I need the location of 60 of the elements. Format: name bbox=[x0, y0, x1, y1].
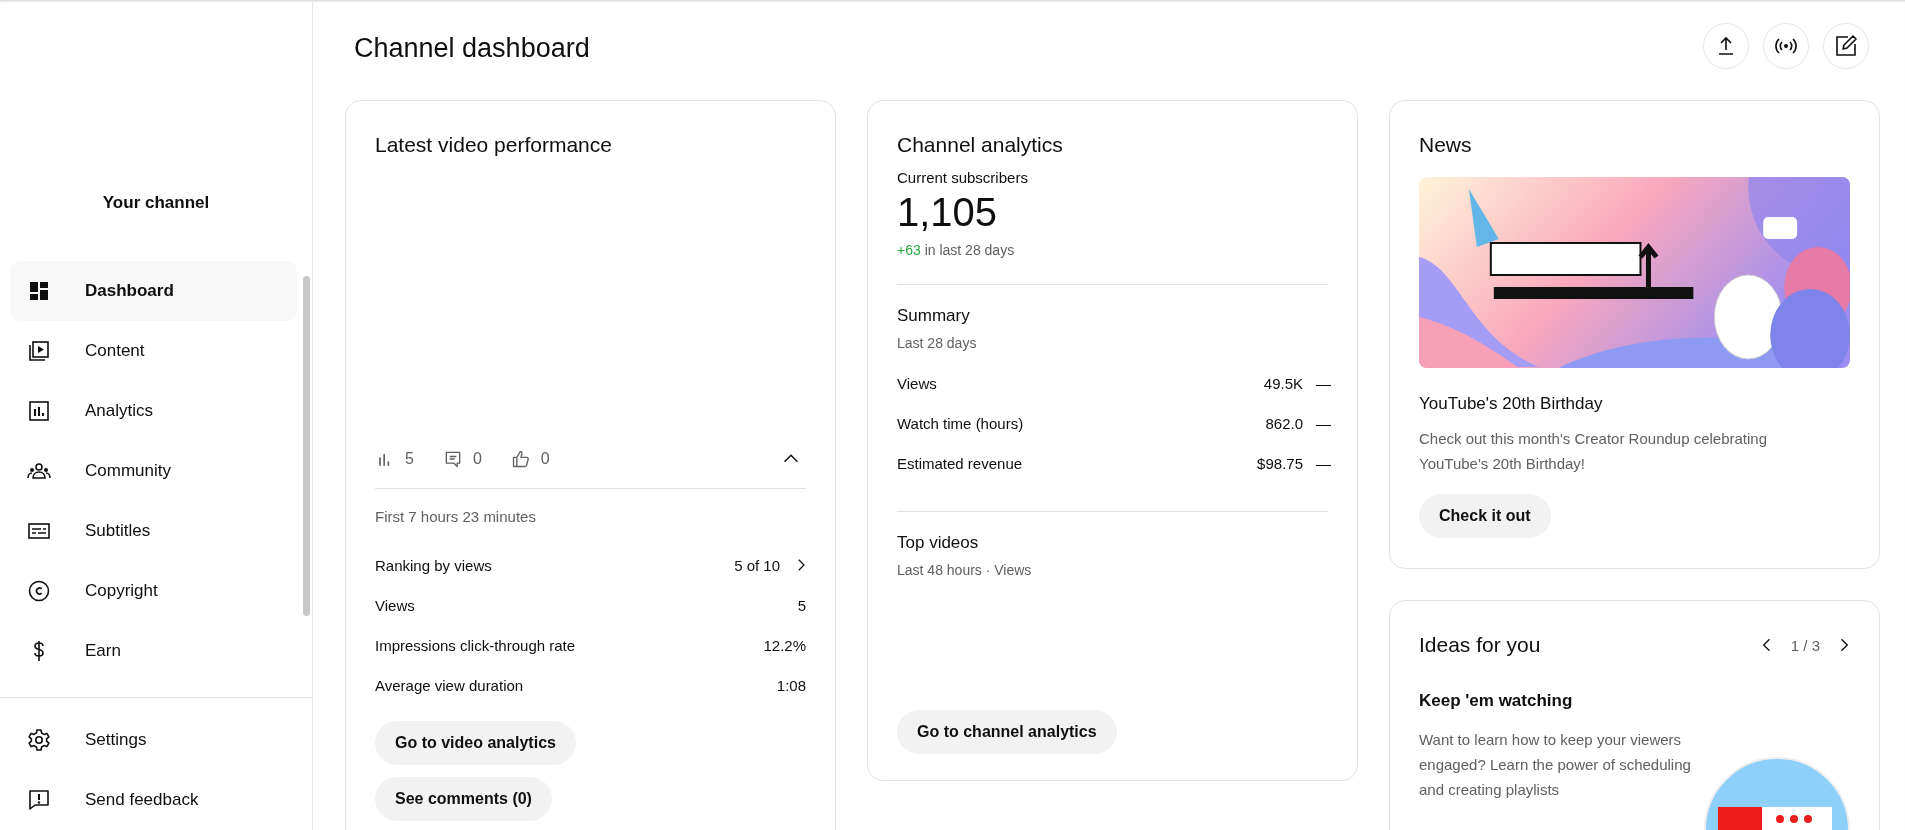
scrollbar-thumb[interactable] bbox=[303, 275, 310, 616]
news-description: Check out this month's Creator Roundup celebrating YouTube's 20th Birthday! bbox=[1419, 429, 1769, 474]
metric-value: 49.5K bbox=[1263, 374, 1303, 392]
stat-value: 5 bbox=[405, 450, 414, 468]
metric-label: Estimated revenue bbox=[897, 454, 1023, 472]
metric-value: 1:08 bbox=[776, 676, 806, 694]
idea-title: Keep 'em watching bbox=[1419, 691, 1574, 711]
sidebar-item[interactable]: Earn bbox=[10, 620, 297, 681]
stat-value: 0 bbox=[472, 450, 482, 468]
metric-label: Average view duration bbox=[375, 676, 524, 694]
page-title: Channel dashboard bbox=[354, 32, 590, 64]
copyright-icon bbox=[27, 578, 51, 603]
action-button[interactable]: Go to video analytics bbox=[375, 721, 576, 765]
metric-value: 5 bbox=[797, 596, 806, 614]
page-indicator: 1 / 3 bbox=[1790, 636, 1820, 654]
metric-value: $98.75 bbox=[1257, 454, 1303, 472]
sidebar-item[interactable]: Settings bbox=[10, 710, 297, 770]
gear-icon bbox=[27, 728, 51, 752]
sidebar-item[interactable]: Community bbox=[10, 440, 297, 501]
action-button[interactable]: See comments (0) bbox=[375, 777, 552, 821]
metric-value: 862.0 bbox=[1265, 414, 1303, 432]
sidebar-item[interactable]: Content bbox=[10, 320, 297, 381]
sidebar-item[interactable]: Dashboard bbox=[10, 260, 297, 321]
period-label: Last 28 days bbox=[897, 335, 978, 351]
metric-label: Views bbox=[897, 374, 937, 392]
sidebar-item[interactable]: Analytics bbox=[10, 380, 297, 441]
news-headline: YouTube's 20th Birthday bbox=[1419, 394, 1604, 414]
sidebar-item[interactable]: Copyright bbox=[10, 560, 297, 621]
header-action-button[interactable] bbox=[1703, 23, 1749, 69]
header-action-button[interactable] bbox=[1763, 23, 1809, 69]
metric-label: Impressions click-through rate bbox=[375, 636, 576, 654]
bar-chart-icon bbox=[27, 398, 51, 423]
idea-description: Want to learn how to keep your viewers engaged? Learn the power of scheduling and creating playlists bbox=[1419, 730, 1692, 800]
subscriber-count: 1,105 bbox=[897, 189, 999, 236]
video-stack-icon bbox=[27, 338, 51, 363]
metric-label: Watch time (hours) bbox=[897, 414, 1024, 432]
period-label: Last 48 hours · Views bbox=[897, 562, 1033, 578]
section-title: Top videos bbox=[897, 532, 980, 554]
subscriber-change: +63 in last 28 days bbox=[897, 242, 1016, 258]
sidebar-item[interactable]: Send feedback bbox=[10, 770, 297, 830]
edit-icon bbox=[1834, 34, 1858, 58]
channel-name[interactable]: Your channel bbox=[102, 193, 210, 213]
period-label: First 7 hours 23 minutes bbox=[375, 508, 537, 525]
action-button[interactable]: Check it out bbox=[1419, 494, 1551, 538]
metric-label: Ranking by views bbox=[375, 556, 492, 574]
metric-label: Views bbox=[375, 596, 415, 614]
thumbs-up-icon bbox=[510, 449, 531, 469]
feedback-icon bbox=[27, 788, 51, 812]
stat-value: 0 bbox=[540, 450, 550, 468]
metric-value: 5 of 10 bbox=[734, 556, 780, 574]
card-title: News bbox=[1419, 132, 1473, 158]
card-title: Ideas for you bbox=[1419, 632, 1541, 658]
card-title: Latest video performance bbox=[375, 132, 613, 158]
subscribers-label: Current subscribers bbox=[897, 169, 1029, 186]
metric-value: 12.2% bbox=[763, 636, 806, 654]
section-title: Summary bbox=[897, 305, 971, 327]
action-button[interactable]: Go to channel analytics bbox=[897, 710, 1117, 754]
sidebar-item[interactable]: Subtitles bbox=[10, 500, 297, 561]
header-action-button[interactable] bbox=[1823, 23, 1869, 69]
card-title: Channel analytics bbox=[897, 132, 1064, 158]
